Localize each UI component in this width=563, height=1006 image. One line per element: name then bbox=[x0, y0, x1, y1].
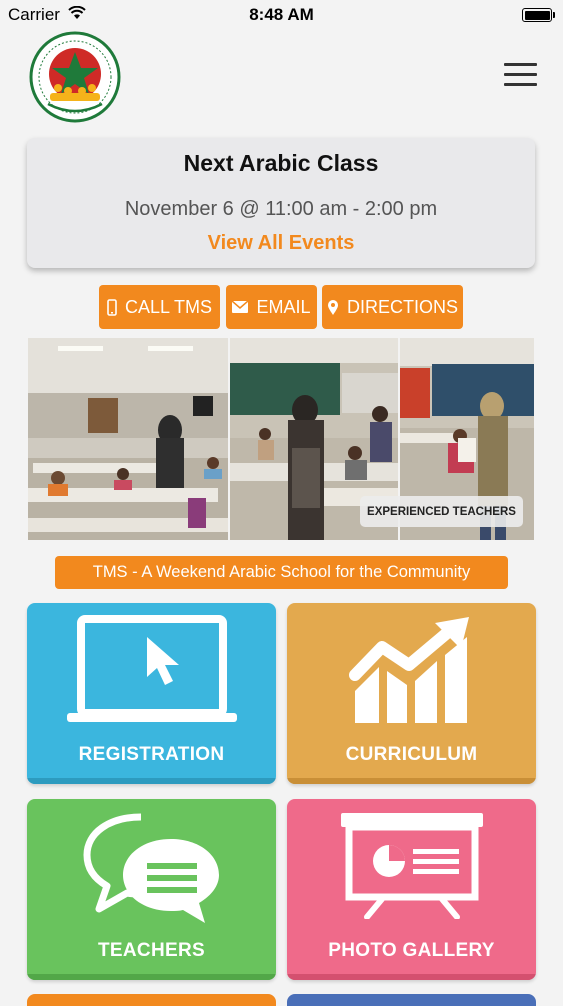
laptop-cursor-icon bbox=[67, 615, 237, 722]
teachers-label: TEACHERS bbox=[98, 940, 205, 961]
photo-gallery-label: PHOTO GALLERY bbox=[328, 940, 495, 961]
photo-gallery-tile[interactable]: PHOTO GALLERY bbox=[287, 799, 536, 980]
registration-tile[interactable]: REGISTRATION bbox=[27, 603, 276, 784]
call-button-label: CALL TMS bbox=[124, 296, 213, 317]
next-event-card: Next Arabic Class November 6 @ 11:00 am … bbox=[27, 138, 535, 268]
tile-accent-bar bbox=[27, 778, 276, 784]
school-logo[interactable] bbox=[26, 30, 124, 124]
curriculum-tile[interactable]: CURRICULUM bbox=[287, 603, 536, 784]
email-button-label: EMAIL bbox=[256, 296, 311, 317]
event-time: November 6 @ 11:00 am - 2:00 pm bbox=[124, 198, 438, 220]
phone-icon bbox=[107, 298, 117, 316]
tagline-banner: TMS - A Weekend Arabic School for the Co… bbox=[55, 556, 508, 589]
status-bar: Carrier 8:48 AM bbox=[0, 0, 563, 30]
clock: 8:48 AM bbox=[249, 5, 314, 24]
envelope-icon bbox=[232, 301, 249, 313]
next-tile-left[interactable] bbox=[27, 994, 276, 1006]
school-crest-logo bbox=[29, 31, 121, 123]
directions-button[interactable]: DIRECTIONS bbox=[322, 285, 463, 329]
tile-accent-bar bbox=[27, 974, 276, 980]
directions-button-label: DIRECTIONS bbox=[346, 296, 458, 317]
tile-accent-bar bbox=[287, 974, 536, 980]
photo-caption: EXPERIENCED TEACHERS bbox=[360, 496, 523, 527]
call-button[interactable]: CALL TMS bbox=[99, 285, 220, 329]
teachers-tile[interactable]: TEACHERS bbox=[27, 799, 276, 980]
menu-button[interactable] bbox=[504, 63, 537, 87]
battery-icon bbox=[522, 8, 555, 22]
event-title: Next Arabic Class bbox=[183, 150, 379, 176]
registration-label: REGISTRATION bbox=[78, 744, 225, 765]
presentation-board-icon bbox=[341, 813, 483, 919]
view-all-events-link[interactable]: View All Events bbox=[27, 232, 535, 255]
tile-accent-bar bbox=[287, 778, 536, 784]
chat-bubbles-icon bbox=[83, 813, 219, 923]
growth-chart-icon bbox=[349, 617, 469, 723]
map-pin-icon bbox=[327, 299, 339, 316]
next-tile-right[interactable] bbox=[287, 994, 536, 1006]
classroom-photo-1 bbox=[28, 338, 228, 540]
curriculum-label: CURRICULUM bbox=[345, 744, 478, 765]
email-button[interactable]: EMAIL bbox=[226, 285, 317, 329]
